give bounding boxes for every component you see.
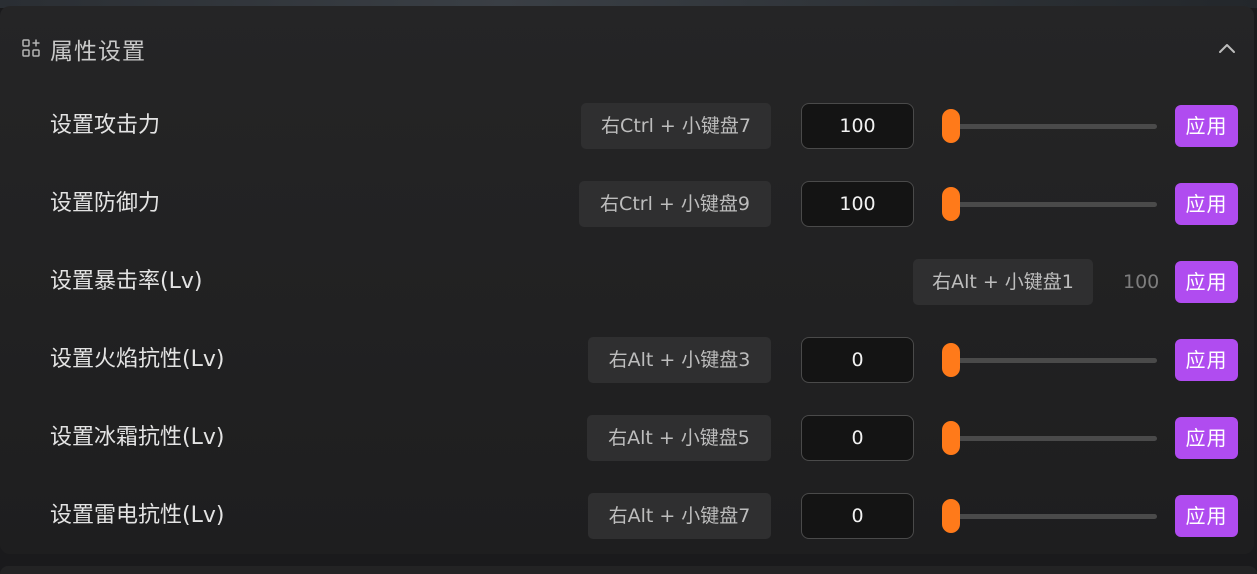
value-slider[interactable] <box>942 181 1157 227</box>
slider-thumb[interactable] <box>942 187 960 221</box>
hotkey-badge: 右Alt + 小键盘7 <box>588 493 771 539</box>
next-panel-edge <box>0 566 1257 574</box>
apply-button[interactable]: 应用 <box>1175 183 1238 225</box>
value-slider[interactable] <box>942 493 1157 539</box>
hotkey-badge: 右Ctrl + 小键盘7 <box>581 103 771 149</box>
slider-track <box>942 124 1157 129</box>
slider-thumb[interactable] <box>942 343 960 377</box>
row-label: 设置冰霜抗性(Lv) <box>50 425 225 450</box>
grid-add-icon <box>22 39 40 57</box>
value-input[interactable] <box>801 337 914 383</box>
panel-title: 属性设置 <box>50 39 146 65</box>
slider-track <box>942 202 1157 207</box>
value-slider[interactable] <box>942 337 1157 383</box>
value-input[interactable] <box>801 103 914 149</box>
hotkey-badge: 右Alt + 小键盘5 <box>587 415 771 461</box>
row-label: 设置暴击率(Lv) <box>50 269 203 294</box>
slider-track <box>942 436 1157 441</box>
apply-button[interactable]: 应用 <box>1175 417 1238 459</box>
slider-thumb[interactable] <box>942 499 960 533</box>
hotkey-badge: 右Ctrl + 小键盘9 <box>579 181 771 227</box>
slider-track <box>942 514 1157 519</box>
row-label: 设置防御力 <box>50 191 161 216</box>
hotkey-badge: 右Alt + 小键盘1 <box>913 259 1093 305</box>
value-input[interactable] <box>801 181 914 227</box>
apply-button[interactable]: 应用 <box>1175 339 1238 381</box>
row-label: 设置火焰抗性(Lv) <box>50 347 225 372</box>
apply-button[interactable]: 应用 <box>1175 105 1238 147</box>
setting-row-fire-resist: 设置火焰抗性(Lv) 右Alt + 小键盘3 应用 <box>0 337 1254 415</box>
setting-row-defense: 设置防御力 右Ctrl + 小键盘9 应用 <box>0 181 1254 259</box>
setting-row-frost-resist: 设置冰霜抗性(Lv) 右Alt + 小键盘5 应用 <box>0 415 1254 493</box>
slider-thumb[interactable] <box>942 109 960 143</box>
setting-row-lightning-resist: 设置雷电抗性(Lv) 右Alt + 小键盘7 应用 <box>0 493 1254 571</box>
setting-row-attack: 设置攻击力 右Ctrl + 小键盘7 应用 <box>0 103 1254 181</box>
panel-header: 属性设置 <box>0 6 1254 86</box>
value-input[interactable] <box>801 415 914 461</box>
hotkey-badge: 右Alt + 小键盘3 <box>588 337 771 383</box>
setting-row-crit: 设置暴击率(Lv) 右Alt + 小键盘1 100 应用 <box>0 259 1254 337</box>
slider-track <box>942 358 1157 363</box>
chevron-up-icon[interactable] <box>1214 36 1240 62</box>
apply-button[interactable]: 应用 <box>1175 495 1238 537</box>
slider-thumb[interactable] <box>942 421 960 455</box>
row-label: 设置雷电抗性(Lv) <box>50 503 225 528</box>
value-input[interactable] <box>801 493 914 539</box>
value-text: 100 <box>1123 271 1160 293</box>
apply-button[interactable]: 应用 <box>1175 261 1238 303</box>
value-slider[interactable] <box>942 103 1157 149</box>
value-slider[interactable] <box>942 415 1157 461</box>
row-label: 设置攻击力 <box>50 113 161 138</box>
attribute-settings-panel: 属性设置 设置攻击力 右Ctrl + 小键盘7 应用 设置防御力 右Ctrl +… <box>0 6 1254 554</box>
